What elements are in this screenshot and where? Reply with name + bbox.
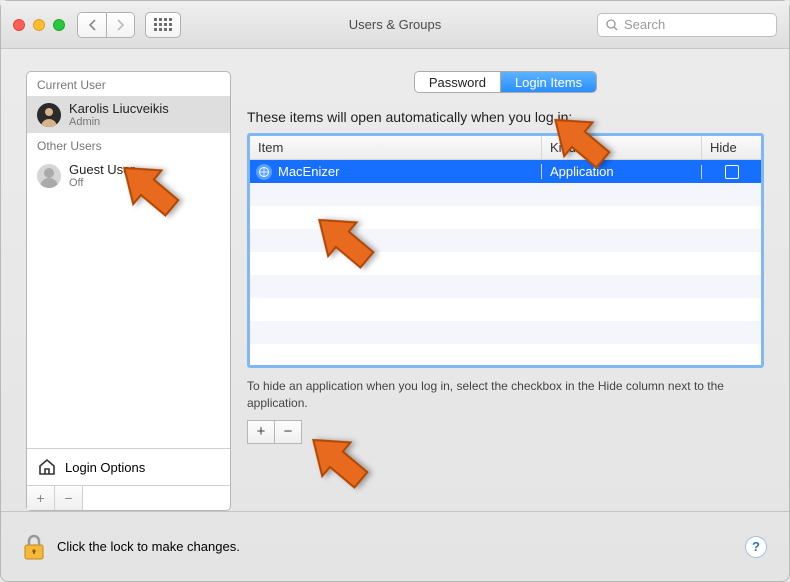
login-options-row[interactable]: Login Options xyxy=(27,448,230,485)
sidebar-user-current[interactable]: Karolis Liucveikis Admin xyxy=(27,96,230,133)
search-placeholder: Search xyxy=(624,17,665,32)
nav-segment xyxy=(77,12,135,38)
user-role: Off xyxy=(69,177,135,189)
home-icon xyxy=(37,457,57,477)
sidebar-footer: + − xyxy=(27,485,230,510)
window-title: Users & Groups xyxy=(349,17,441,32)
prefs-window: Users & Groups Search Current User Karol… xyxy=(0,0,790,582)
close-button[interactable] xyxy=(13,19,25,31)
item-name: MacEnizer xyxy=(278,164,339,179)
forward-button[interactable] xyxy=(106,13,134,37)
window-controls xyxy=(13,19,65,31)
col-hide[interactable]: Hide xyxy=(701,136,761,159)
item-kind: Application xyxy=(541,164,701,179)
other-users-heading: Other Users xyxy=(27,133,230,157)
login-items-headline: These items will open automatically when… xyxy=(247,109,764,125)
help-button[interactable]: ? xyxy=(745,536,767,558)
lock-icon[interactable] xyxy=(23,533,45,561)
add-remove-bar: + − xyxy=(247,420,764,444)
avatar xyxy=(37,103,61,127)
remove-user-button[interactable]: − xyxy=(55,486,83,510)
app-icon xyxy=(256,164,272,180)
current-user-heading: Current User xyxy=(27,72,230,96)
col-item[interactable]: Item xyxy=(250,136,541,159)
user-sidebar: Current User Karolis Liucveikis Admin Ot… xyxy=(26,71,231,511)
remove-item-button[interactable]: − xyxy=(274,420,302,444)
add-item-button[interactable]: + xyxy=(247,420,275,444)
show-all-button[interactable] xyxy=(145,12,181,38)
user-name: Guest User xyxy=(69,162,135,177)
search-field[interactable]: Search xyxy=(597,13,777,37)
login-options-label: Login Options xyxy=(65,460,145,475)
footer: Click the lock to make changes. ? xyxy=(1,511,789,581)
tab-login-items[interactable]: Login Items xyxy=(500,72,596,92)
grid-icon xyxy=(154,18,172,31)
minimize-button[interactable] xyxy=(33,19,45,31)
main-pane: Password Login Items These items will op… xyxy=(247,71,764,511)
user-name: Karolis Liucveikis xyxy=(69,101,169,116)
tab-password[interactable]: Password xyxy=(415,72,500,92)
hide-hint: To hide an application when you log in, … xyxy=(247,378,764,412)
col-kind[interactable]: Kind xyxy=(541,136,701,159)
sidebar-user-guest[interactable]: Guest User Off xyxy=(27,157,230,194)
back-button[interactable] xyxy=(78,13,106,37)
titlebar: Users & Groups Search xyxy=(1,1,789,49)
lock-text: Click the lock to make changes. xyxy=(57,539,240,554)
maximize-button[interactable] xyxy=(53,19,65,31)
hide-checkbox[interactable] xyxy=(725,165,739,179)
add-user-button[interactable]: + xyxy=(27,486,55,510)
login-items-table: Item Kind Hide MacEnizer Application xyxy=(247,133,764,368)
table-row[interactable]: MacEnizer Application xyxy=(250,160,761,183)
search-icon xyxy=(606,19,618,31)
user-role: Admin xyxy=(69,116,169,128)
avatar xyxy=(37,164,61,188)
table-header: Item Kind Hide xyxy=(250,136,761,160)
tab-bar: Password Login Items xyxy=(414,71,597,93)
